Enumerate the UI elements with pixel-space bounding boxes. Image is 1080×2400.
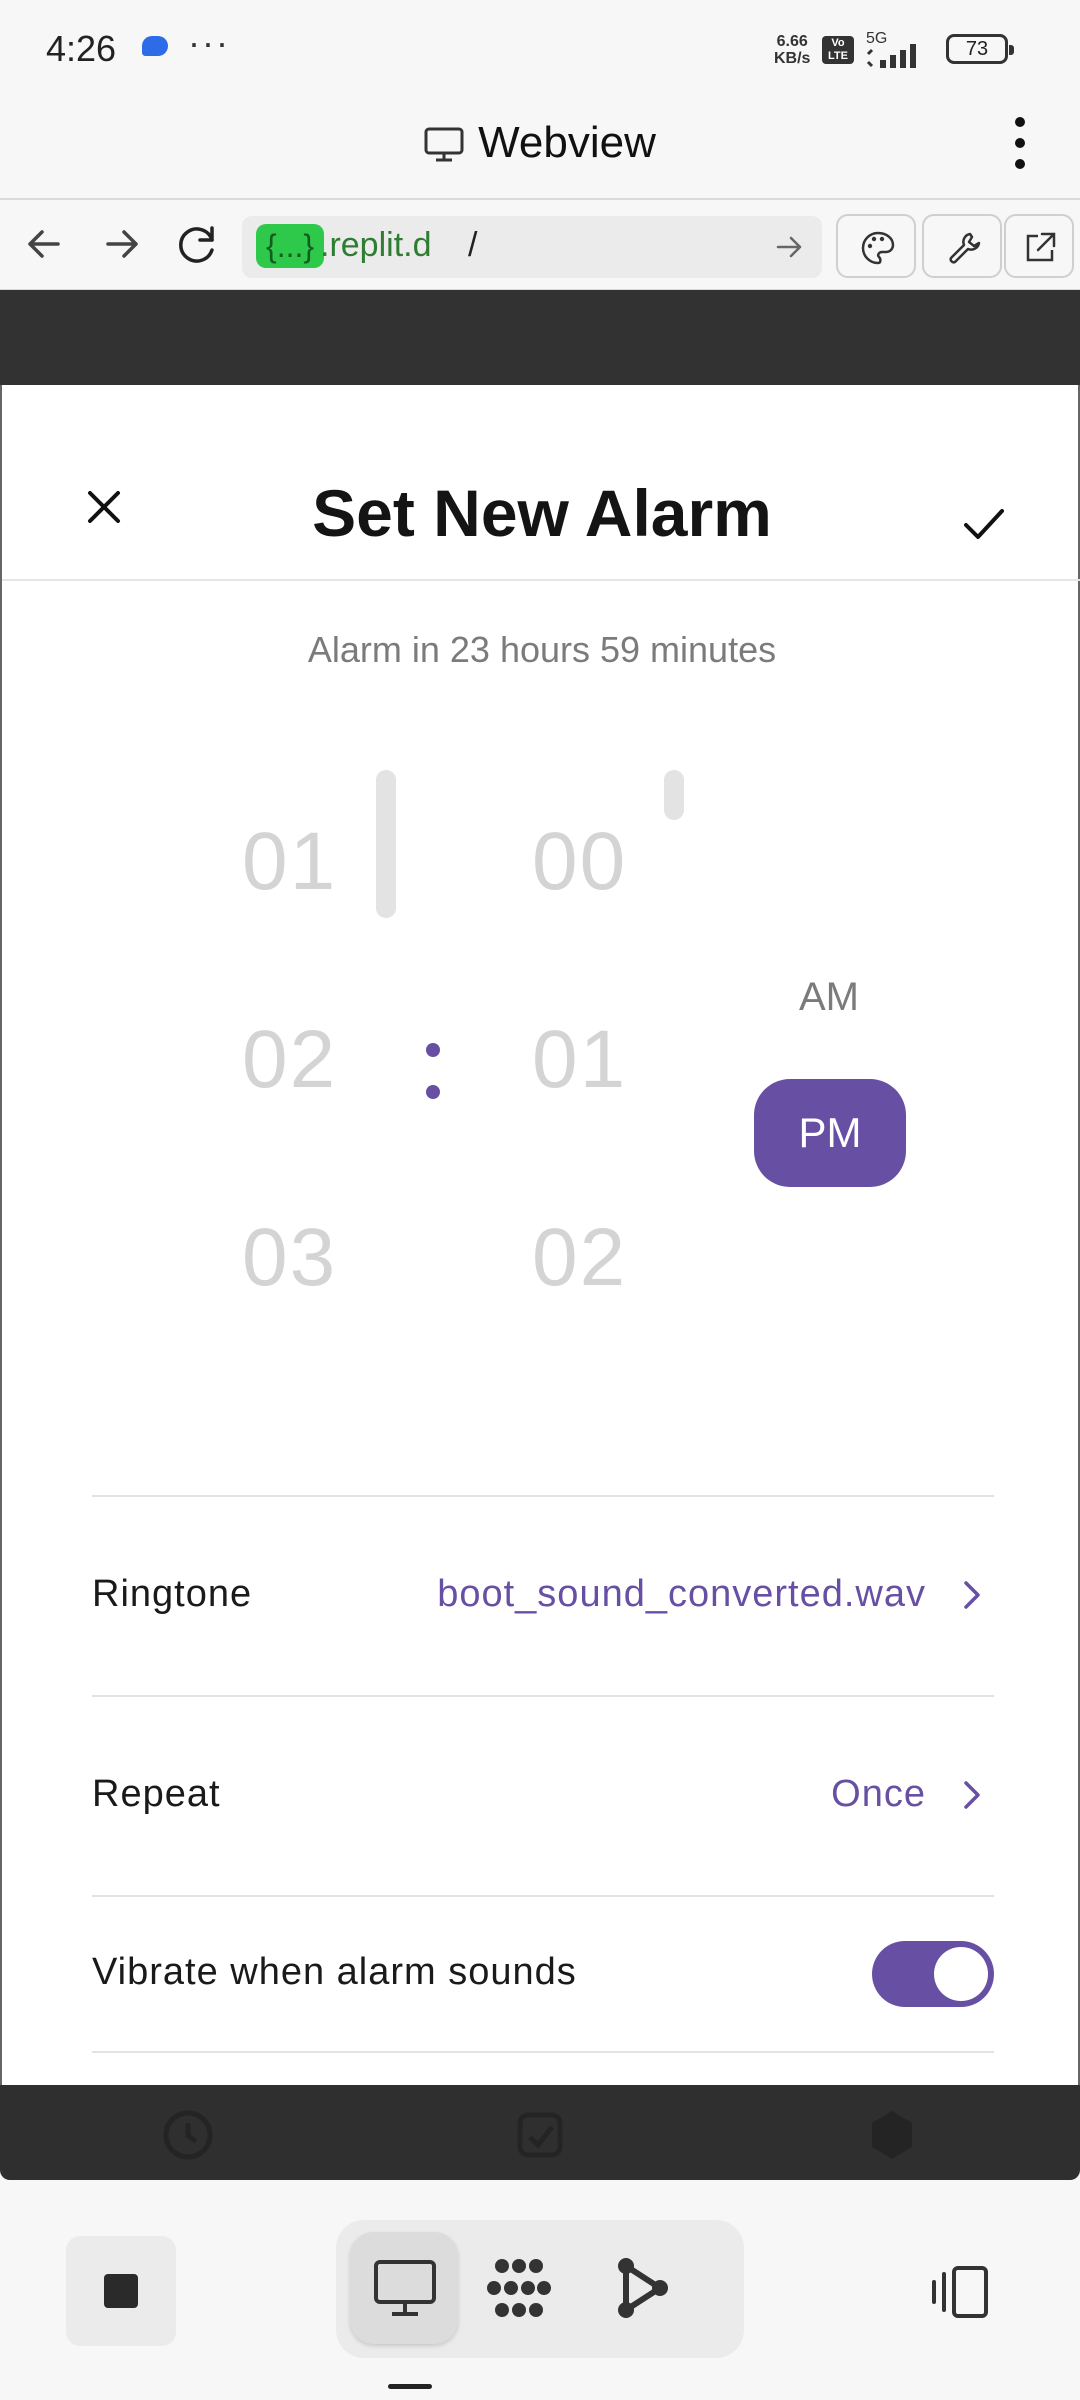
am-option[interactable]: AM	[754, 975, 904, 1020]
reload-icon[interactable]	[172, 218, 224, 270]
hour-option[interactable]: 02	[242, 1013, 337, 1107]
vibrate-toggle[interactable]	[872, 1941, 994, 2007]
chevron-right-icon	[964, 1581, 980, 1609]
hour-scroll-indicator	[376, 770, 396, 918]
battery-icon: 73	[946, 34, 1014, 64]
toggle-knob	[934, 1947, 988, 2001]
webview-icon	[374, 2260, 436, 2316]
colon-dot	[426, 1043, 440, 1057]
volte-icon: Vo LTE	[822, 36, 854, 64]
repeat-value: Once	[831, 1773, 926, 1815]
chevron-right-icon	[964, 1781, 980, 1809]
more-vert-icon[interactable]	[1012, 116, 1028, 170]
hour-option[interactable]: 03	[242, 1211, 337, 1305]
alarm-countdown: Alarm in 23 hours 59 minutes	[307, 629, 777, 670]
divider	[92, 1495, 994, 1497]
wrench-icon	[949, 232, 981, 264]
url-field[interactable]: {...} .replit.d /	[242, 216, 822, 278]
split-view-icon[interactable]	[926, 2264, 992, 2320]
url-host: .replit.d	[320, 226, 432, 264]
browser-title-text: Webview	[478, 118, 656, 167]
app-top-bar	[0, 290, 1080, 385]
minute-option[interactable]: 01	[532, 1013, 627, 1107]
status-time: 4:26	[46, 28, 117, 69]
monitor-icon	[424, 127, 464, 162]
back-arrow-icon[interactable]	[18, 218, 70, 270]
address-bar: {...} .replit.d /	[0, 198, 1080, 290]
header-divider	[2, 579, 1080, 581]
tools-button[interactable]	[922, 214, 1002, 278]
minute-scroll-indicator	[664, 770, 684, 820]
go-arrow-icon[interactable]	[774, 232, 804, 262]
webview-tab[interactable]	[350, 2232, 458, 2344]
palette-icon	[861, 231, 895, 265]
signal-icon	[866, 44, 916, 68]
stop-icon	[104, 2274, 138, 2308]
network-speed-unit: KB/s	[774, 50, 811, 67]
page-title: Set New Alarm	[312, 476, 772, 550]
view-switcher	[336, 2220, 744, 2358]
minute-option[interactable]: 00	[532, 815, 627, 909]
alarm-sheet: Set New Alarm Alarm in 23 hours 59 minut…	[0, 385, 1080, 2085]
network-speed: 6.66 KB/s	[774, 33, 810, 67]
check-icon[interactable]	[962, 503, 1006, 543]
home-indicator	[388, 2384, 432, 2389]
url-path: /	[468, 226, 478, 264]
url-tag: {...}	[256, 224, 325, 268]
repeat-label: Repeat	[92, 1773, 221, 1815]
app-bottom-nav	[0, 2085, 1080, 2180]
ai-nodes-icon[interactable]	[606, 2256, 676, 2320]
forward-arrow-icon[interactable]	[96, 218, 148, 270]
more-notifications-icon: ···	[188, 22, 230, 63]
hour-option[interactable]: 01	[242, 815, 337, 909]
bottom-toolbar	[0, 2180, 1080, 2400]
open-external-icon	[1026, 232, 1056, 262]
timer-icon[interactable]	[512, 2107, 568, 2163]
status-bar: 4:26 ··· 6.66 KB/s Vo LTE 5G 73	[0, 0, 1080, 100]
divider	[92, 1895, 994, 1897]
devtools-icon[interactable]	[484, 2256, 554, 2320]
vibrate-label: Vibrate when alarm sounds	[92, 1951, 577, 1993]
settings-icon[interactable]	[864, 2107, 920, 2163]
minute-option[interactable]: 02	[532, 1211, 627, 1305]
message-notification-icon	[142, 36, 168, 56]
ringtone-label: Ringtone	[92, 1573, 253, 1615]
open-external-button[interactable]	[1004, 214, 1074, 278]
divider	[92, 2051, 994, 2053]
browser-title: Webview	[0, 118, 1080, 168]
clock-icon[interactable]	[160, 2107, 216, 2163]
stop-button[interactable]	[66, 2236, 176, 2346]
colon-dot	[426, 1085, 440, 1099]
ringtone-value: boot_sound_converted.wav	[437, 1573, 926, 1615]
theme-button[interactable]	[836, 214, 916, 278]
divider	[92, 1695, 994, 1697]
pm-option[interactable]: PM	[754, 1079, 906, 1187]
network-speed-value: 6.66	[776, 33, 808, 50]
browser-title-bar: Webview	[0, 100, 1080, 198]
